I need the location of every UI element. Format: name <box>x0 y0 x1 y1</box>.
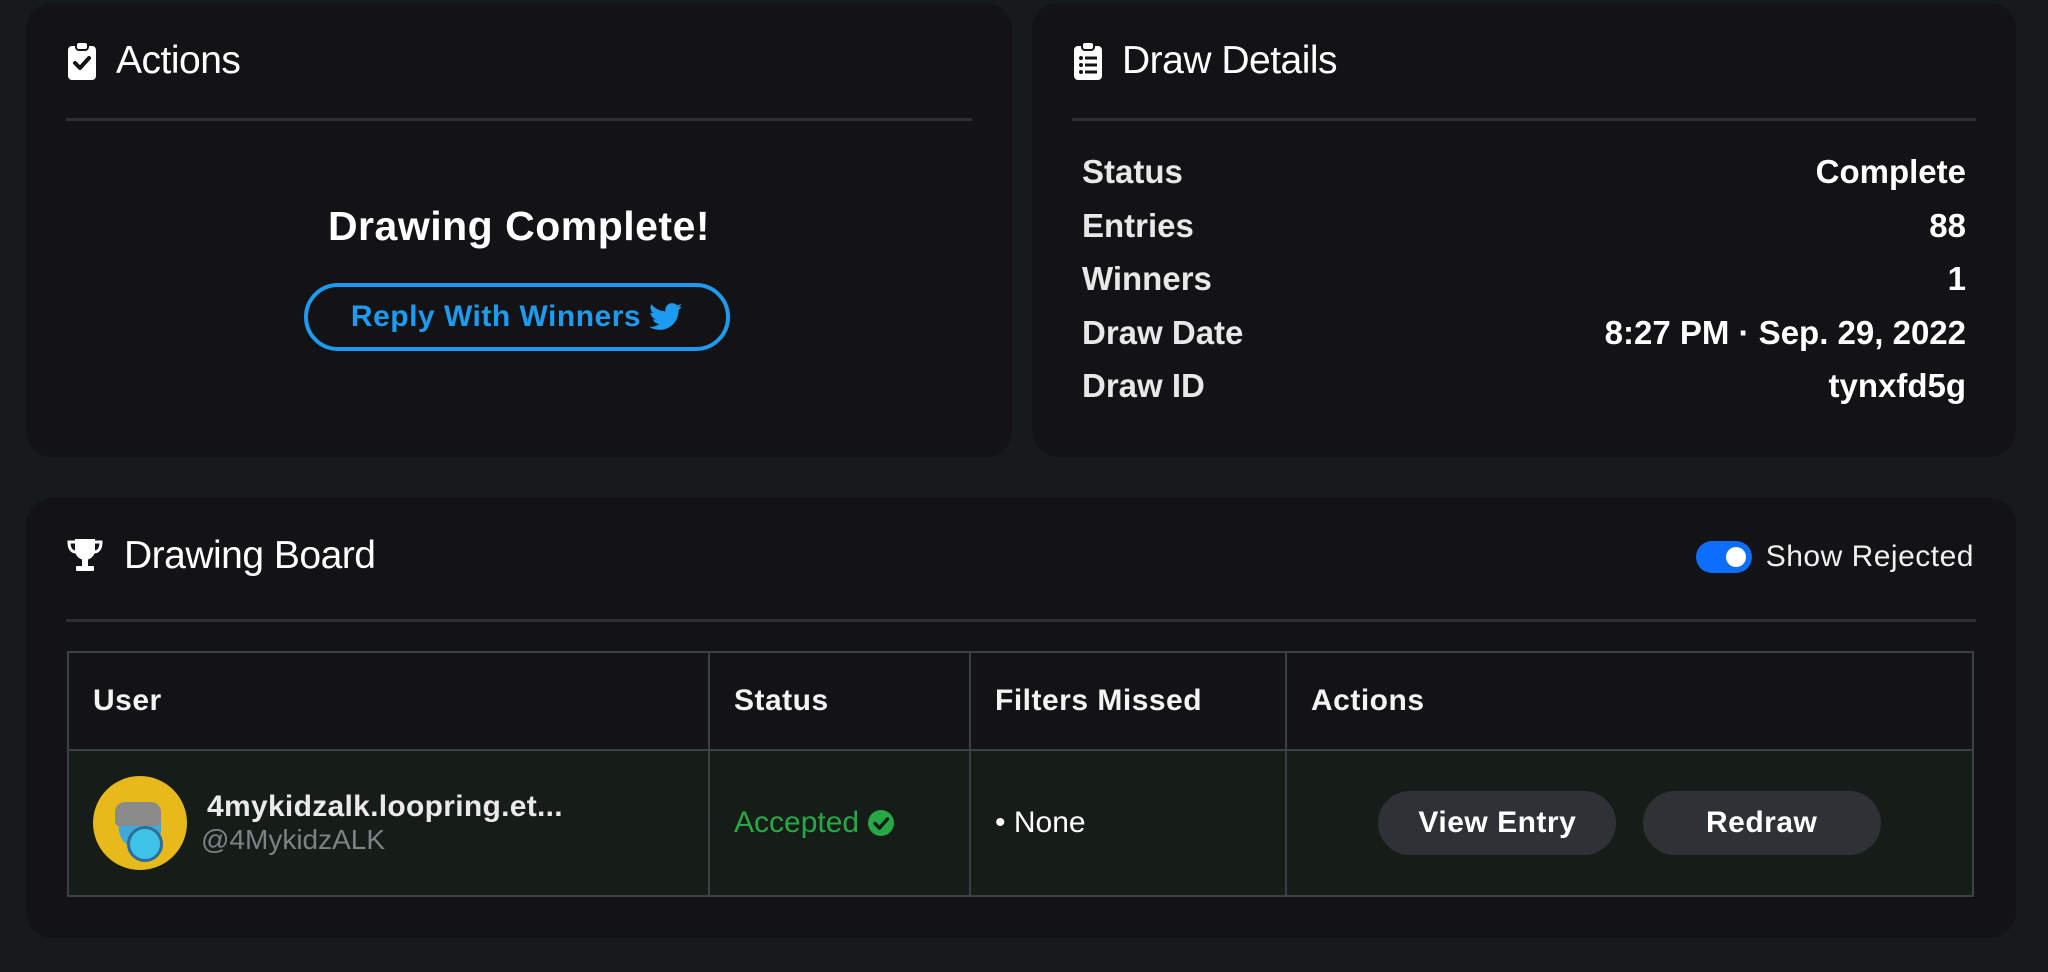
draw-details-title: Draw Details <box>1122 39 1338 82</box>
show-rejected-label[interactable]: Show Rejected <box>1766 540 1974 574</box>
detail-value: tynxfd5g <box>1828 367 1966 404</box>
detail-label: Draw Date <box>1082 313 1244 351</box>
reply-with-winners-button[interactable]: Reply With Winners <box>304 283 730 351</box>
clipboard-check-icon <box>66 41 98 81</box>
actions-header: Actions <box>66 33 972 121</box>
detail-label: Winners <box>1082 260 1212 297</box>
detail-label: Status <box>1082 153 1183 190</box>
entries-table: User Status Filters Missed Actions 4myki… <box>67 651 1974 897</box>
detail-row-entries: Entries 88 <box>1082 207 1966 261</box>
show-rejected-control: Show Rejected <box>1695 540 1974 574</box>
draw-details-card: Draw Details Status Complete Entries 88 … <box>1032 3 2016 457</box>
drawing-complete-text: Drawing Complete! <box>327 203 711 249</box>
detail-row-status: Status Complete <box>1082 153 1966 207</box>
actions-title: Actions <box>116 39 241 82</box>
table-header-row: User Status Filters Missed Actions <box>67 651 1974 751</box>
drawing-board-header: Drawing Board <box>66 528 1976 622</box>
detail-label: Draw ID <box>1082 367 1205 404</box>
detail-row-winners: Winners 1 <box>1082 260 1966 314</box>
status-cell: Accepted <box>708 749 971 897</box>
show-rejected-toggle[interactable] <box>1695 541 1752 573</box>
view-entry-button[interactable]: View Entry <box>1378 791 1617 855</box>
detail-value: 8:27 PM · Sep. 29, 2022 <box>1604 313 1966 351</box>
column-header-user: User <box>67 651 710 751</box>
drawing-board-title: Drawing Board <box>124 534 376 577</box>
detail-label: Entries <box>1082 206 1194 244</box>
actions-cell: View Entry Redraw <box>1285 749 1974 897</box>
user-display-name: 4mykidzalk.loopring.et... <box>207 790 563 823</box>
table-row: 4mykidzalk.loopring.et... @4MykidzALK Ac… <box>67 749 1974 897</box>
detail-value: Complete <box>1815 153 1966 190</box>
column-header-actions: Actions <box>1285 651 1974 751</box>
status-text: Accepted <box>734 806 860 839</box>
filters-missed-text: • None <box>995 806 1086 839</box>
actions-card: Actions Drawing Complete! Reply With Win… <box>26 3 1012 457</box>
detail-row-draw-id: Draw ID tynxfd5g <box>1082 367 1966 421</box>
column-header-filters-missed: Filters Missed <box>969 651 1287 751</box>
user-handle: @4MykidzALK <box>201 824 386 855</box>
avatar <box>93 776 187 870</box>
trophy-icon <box>66 536 106 576</box>
clipboard-list-icon <box>1072 41 1104 81</box>
draw-details-list: Status Complete Entries 88 Winners 1 Dra… <box>1082 153 1966 421</box>
column-header-status: Status <box>708 651 971 751</box>
check-circle-icon <box>868 810 895 836</box>
detail-value: 1 <box>1947 260 1966 297</box>
detail-value: 88 <box>1929 206 1966 244</box>
detail-row-draw-date: Draw Date 8:27 PM · Sep. 29, 2022 <box>1082 314 1966 368</box>
draw-details-header: Draw Details <box>1072 33 1976 121</box>
reply-with-winners-label: Reply With Winners <box>350 300 642 333</box>
twitter-bird-icon <box>649 303 683 330</box>
user-cell: 4mykidzalk.loopring.et... @4MykidzALK <box>67 749 710 897</box>
redraw-button[interactable]: Redraw <box>1642 791 1881 855</box>
filters-missed-cell: • None <box>969 749 1287 897</box>
drawing-board-card: Drawing Board Show Rejected User Status … <box>26 498 2016 938</box>
